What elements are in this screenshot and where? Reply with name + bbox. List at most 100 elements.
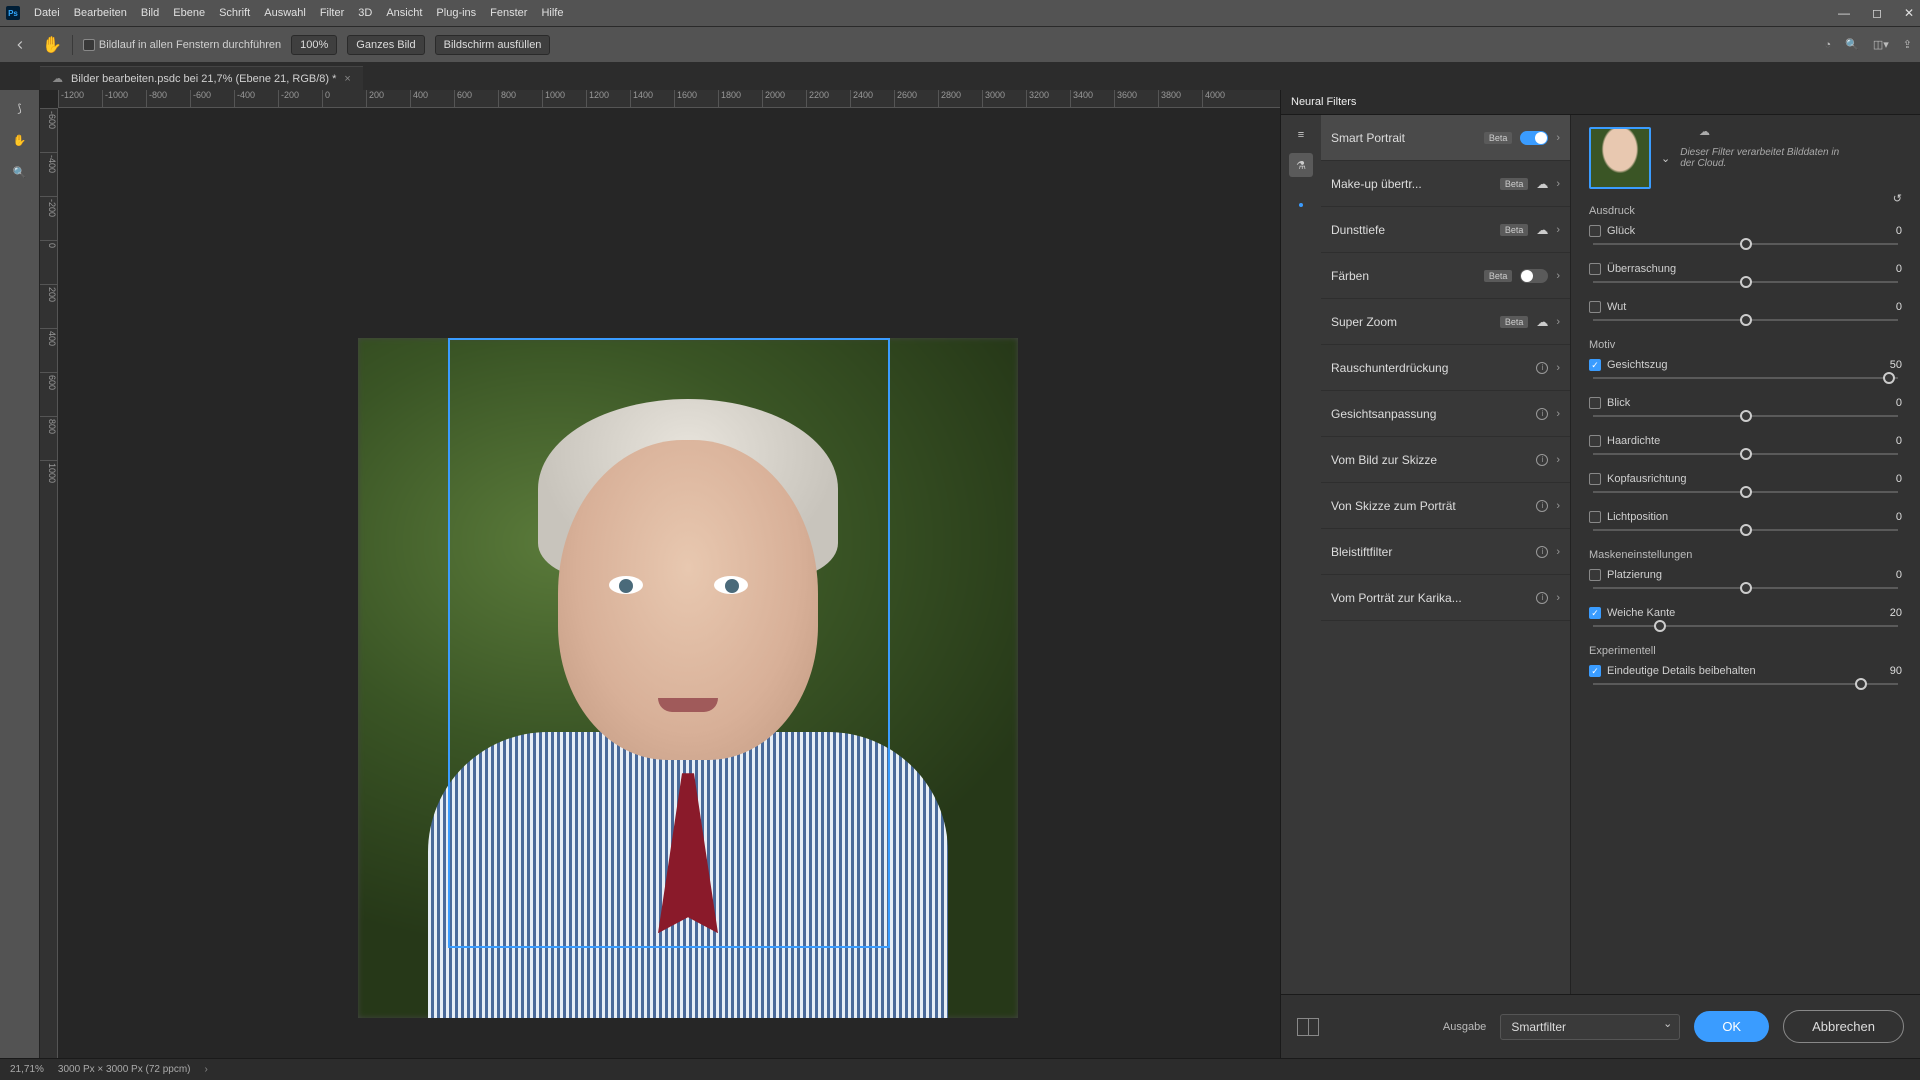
slider-checkbox[interactable] [1589, 665, 1601, 677]
slider-track[interactable] [1593, 281, 1898, 283]
info-icon[interactable]: i [1536, 408, 1548, 420]
slider-checkbox[interactable] [1589, 225, 1601, 237]
cloud-download-icon[interactable]: ☁ [1536, 315, 1548, 329]
filter-item[interactable]: Smart PortraitBeta› [1321, 115, 1570, 161]
menu-item[interactable]: Hilfe [541, 7, 563, 19]
slider-checkbox[interactable] [1589, 397, 1601, 409]
hand-tool-icon[interactable]: ✋ [42, 35, 62, 55]
slider-track[interactable] [1593, 625, 1898, 627]
maximize-icon[interactable]: ◻ [1872, 6, 1882, 20]
slider-thumb-icon[interactable] [1740, 582, 1752, 594]
lasso-tool-icon[interactable]: ⟆ [6, 96, 34, 120]
slider-track[interactable] [1593, 453, 1898, 455]
menu-item[interactable]: 3D [358, 7, 372, 19]
face-dropdown-icon[interactable]: ⌄ [1661, 152, 1670, 165]
slider-track[interactable] [1593, 683, 1898, 685]
slider-checkbox[interactable] [1589, 569, 1601, 581]
close-icon[interactable]: ✕ [1904, 6, 1914, 20]
slider-thumb-icon[interactable] [1654, 620, 1666, 632]
filter-list: Smart PortraitBeta›Make-up übertr...Beta… [1321, 115, 1571, 994]
slider-thumb-icon[interactable] [1740, 524, 1752, 536]
slider-thumb-icon[interactable] [1855, 678, 1867, 690]
menu-item[interactable]: Ansicht [386, 7, 422, 19]
slider-thumb-icon[interactable] [1883, 372, 1895, 384]
slider-track[interactable] [1593, 529, 1898, 531]
filter-item[interactable]: Vom Bild zur Skizzei› [1321, 437, 1570, 483]
filter-item[interactable]: Super ZoomBeta☁› [1321, 299, 1570, 345]
filter-item[interactable]: Von Skizze zum Porträti› [1321, 483, 1570, 529]
info-icon[interactable]: i [1536, 362, 1548, 374]
menu-item[interactable]: Plug-ins [436, 7, 476, 19]
slider-checkbox[interactable] [1589, 435, 1601, 447]
menu-item[interactable]: Datei [34, 7, 60, 19]
menu-item[interactable]: Bild [141, 7, 159, 19]
document-tab[interactable]: ☁ Bilder bearbeiten.psdc bei 21,7% (Eben… [40, 66, 363, 90]
workspace-icon[interactable]: ◫▾ [1873, 38, 1889, 51]
info-icon[interactable]: i [1536, 592, 1548, 604]
status-chevron-icon[interactable]: › [205, 1064, 208, 1075]
menu-item[interactable]: Ebene [173, 7, 205, 19]
back-button[interactable] [8, 33, 32, 57]
slider-checkbox[interactable] [1589, 607, 1601, 619]
ok-button[interactable]: OK [1694, 1011, 1769, 1042]
cloud-sync-icon[interactable]: ◔ [1825, 39, 1832, 51]
detected-face-thumbnail[interactable] [1589, 127, 1651, 189]
filter-item[interactable]: Rauschunterdrückungi› [1321, 345, 1570, 391]
cloud-download-icon[interactable]: ☁ [1536, 223, 1548, 237]
slider-checkbox[interactable] [1589, 301, 1601, 313]
output-select[interactable]: Smartfilter [1500, 1014, 1680, 1040]
cancel-button[interactable]: Abbrechen [1783, 1010, 1904, 1043]
info-icon[interactable]: i [1536, 500, 1548, 512]
share-icon[interactable]: ⇪ [1903, 38, 1912, 51]
reset-icon[interactable]: ↺ [1893, 192, 1902, 205]
filter-item[interactable]: FärbenBeta› [1321, 253, 1570, 299]
zoom-tool-icon[interactable]: 🔍 [6, 160, 34, 184]
slider-thumb-icon[interactable] [1740, 238, 1752, 250]
fit-image-button[interactable]: Ganzes Bild [347, 35, 424, 55]
slider-checkbox[interactable] [1589, 473, 1601, 485]
toggle-off-icon[interactable] [1520, 269, 1548, 283]
filters-tab-icon[interactable]: ≡ [1289, 123, 1313, 147]
fill-screen-button[interactable]: Bildschirm ausfüllen [435, 35, 551, 55]
menu-item[interactable]: Fenster [490, 7, 527, 19]
slider-track[interactable] [1593, 319, 1898, 321]
scroll-all-windows-checkbox[interactable]: Bildlauf in allen Fenstern durchführen [83, 39, 281, 51]
search-icon[interactable]: 🔍 [1845, 38, 1859, 51]
slider-thumb-icon[interactable] [1740, 448, 1752, 460]
panel-footer: Ausgabe Smartfilter OK Abbrechen [1281, 994, 1920, 1058]
slider-thumb-icon[interactable] [1740, 486, 1752, 498]
filter-item[interactable]: Bleistiftfilteri› [1321, 529, 1570, 575]
minimize-icon[interactable]: — [1838, 6, 1850, 20]
before-after-toggle-icon[interactable] [1297, 1018, 1319, 1036]
hand-tool-icon[interactable]: ✋ [6, 128, 34, 152]
menu-item[interactable]: Schrift [219, 7, 250, 19]
filter-item[interactable]: Make-up übertr...Beta☁› [1321, 161, 1570, 207]
slider-thumb-icon[interactable] [1740, 276, 1752, 288]
slider-checkbox[interactable] [1589, 511, 1601, 523]
canvas-image[interactable] [358, 338, 1018, 1018]
slider-track[interactable] [1593, 587, 1898, 589]
toggle-on-icon[interactable] [1520, 131, 1548, 145]
filter-item[interactable]: Gesichtsanpassungi› [1321, 391, 1570, 437]
filter-name: Von Skizze zum Porträt [1331, 499, 1528, 513]
slider-checkbox[interactable] [1589, 359, 1601, 371]
menu-item[interactable]: Filter [320, 7, 344, 19]
zoom-100-button[interactable]: 100% [291, 35, 337, 55]
slider-track[interactable] [1593, 415, 1898, 417]
filter-item[interactable]: Vom Porträt zur Karika...i› [1321, 575, 1570, 621]
slider-checkbox[interactable] [1589, 263, 1601, 275]
menu-item[interactable]: Auswahl [264, 7, 306, 19]
menu-item[interactable]: Bearbeiten [74, 7, 127, 19]
beta-filters-tab-icon[interactable]: ⚗ [1289, 153, 1313, 177]
slider-thumb-icon[interactable] [1740, 410, 1752, 422]
slider-track[interactable] [1593, 243, 1898, 245]
info-icon[interactable]: i [1536, 546, 1548, 558]
cloud-processing-note: Dieser Filter verarbeitet Bilddaten in d… [1680, 147, 1840, 169]
slider-track[interactable] [1593, 377, 1898, 379]
filter-item[interactable]: DunsttiefeBeta☁› [1321, 207, 1570, 253]
info-icon[interactable]: i [1536, 454, 1548, 466]
cloud-download-icon[interactable]: ☁ [1536, 177, 1548, 191]
slider-track[interactable] [1593, 491, 1898, 493]
close-tab-icon[interactable]: × [344, 73, 350, 85]
slider-thumb-icon[interactable] [1740, 314, 1752, 326]
